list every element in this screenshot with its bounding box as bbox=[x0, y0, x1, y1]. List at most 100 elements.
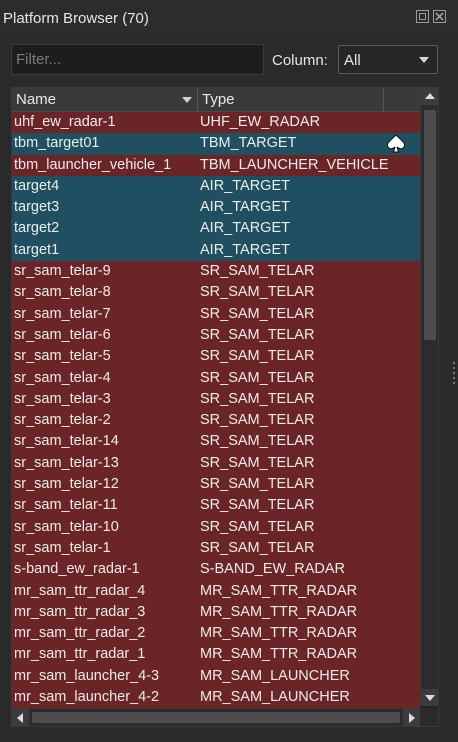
column-label: Column: bbox=[272, 52, 328, 69]
row-name-cell: sr_sam_telar-13 bbox=[14, 454, 119, 471]
row-name-cell: target3 bbox=[14, 199, 60, 216]
row-name-cell: s-band_ew_radar-1 bbox=[14, 561, 140, 578]
row-type-cell: AIR_TARGET bbox=[200, 177, 290, 194]
table-row[interactable]: target1 AIR_TARGET bbox=[12, 239, 420, 262]
row-type-cell: MR_SAM_TTR_RADAR bbox=[200, 646, 358, 663]
table-row[interactable]: tbm_launcher_vehicle_1 TBM_LAUNCHER_VEHIC… bbox=[12, 154, 420, 176]
row-name-cell: target1 bbox=[14, 241, 60, 258]
row-type-cell: SR_SAM_TELAR bbox=[200, 412, 315, 429]
row-type-cell: TBM_TARGET bbox=[200, 135, 297, 152]
row-type-cell: SR_SAM_TELAR bbox=[200, 433, 315, 450]
row-name-cell: sr_sam_telar-10 bbox=[14, 518, 119, 535]
table-row[interactable]: mr_sam_ttr_radar_2 MR_SAM_TTR_RADAR bbox=[12, 623, 420, 645]
table-row[interactable]: sr_sam_telar-14 SR_SAM_TELAR bbox=[12, 431, 420, 453]
scroll-left-icon[interactable] bbox=[12, 709, 29, 726]
column-select-value: All bbox=[344, 52, 361, 69]
table-row[interactable]: sr_sam_telar-11 SR_SAM_TELAR bbox=[12, 495, 420, 517]
table-row[interactable]: target2 AIR_TARGET bbox=[12, 218, 420, 240]
row-name-cell: sr_sam_telar-4 bbox=[14, 369, 111, 386]
chevron-down-icon bbox=[419, 57, 429, 63]
row-type-cell: SR_SAM_TELAR bbox=[200, 305, 315, 322]
vertical-scroll-thumb[interactable] bbox=[424, 110, 436, 340]
table-row[interactable]: sr_sam_telar-6 SR_SAM_TELAR bbox=[12, 324, 420, 347]
table-row[interactable]: sr_sam_telar-9 SR_SAM_TELAR bbox=[12, 261, 420, 283]
close-icon[interactable] bbox=[433, 10, 446, 23]
row-type-cell: MR_SAM_TTR_RADAR bbox=[200, 603, 358, 620]
column-select[interactable]: All bbox=[338, 45, 438, 74]
table-row[interactable]: uhf_ew_radar-1 UHF_EW_RADAR bbox=[12, 112, 420, 134]
row-type-cell: SR_SAM_TELAR bbox=[200, 497, 315, 514]
row-name-cell: sr_sam_telar-9 bbox=[14, 263, 111, 280]
column-header-name[interactable]: Name bbox=[12, 88, 198, 112]
table-header: Name Type bbox=[12, 88, 420, 112]
row-name-cell: tbm_launcher_vehicle_1 bbox=[14, 156, 172, 173]
table-row[interactable]: target4 AIR_TARGET bbox=[12, 175, 420, 198]
row-type-cell: SR_SAM_TELAR bbox=[200, 454, 315, 471]
row-type-cell: SR_SAM_TELAR bbox=[200, 284, 315, 301]
row-name-cell: mr_sam_ttr_radar_4 bbox=[14, 582, 146, 599]
table-row[interactable]: sr_sam_telar-1 SR_SAM_TELAR bbox=[12, 537, 420, 560]
row-name-cell: sr_sam_telar-3 bbox=[14, 390, 111, 407]
column-header-name-label: Name bbox=[16, 91, 57, 108]
table-row[interactable]: sr_sam_telar-2 SR_SAM_TELAR bbox=[12, 410, 420, 432]
row-type-cell: SR_SAM_TELAR bbox=[200, 539, 315, 556]
row-type-cell: SR_SAM_TELAR bbox=[200, 263, 315, 280]
window-title: Platform Browser (70) bbox=[3, 10, 149, 27]
scrollbar-corner bbox=[420, 708, 438, 726]
platform-table: Name Type uhf_ew_radar-1 UHF_EW_RADAR tbm_… bbox=[11, 87, 439, 727]
row-type-cell: MR_SAM_LAUNCHER bbox=[200, 689, 350, 706]
table-row[interactable]: sr_sam_telar-4 SR_SAM_TELAR bbox=[12, 367, 420, 389]
horizontal-scroll-thumb[interactable] bbox=[32, 712, 400, 723]
table-row[interactable]: sr_sam_telar-13 SR_SAM_TELAR bbox=[12, 452, 420, 475]
row-type-cell: SR_SAM_TELAR bbox=[200, 518, 315, 535]
table-row[interactable]: mr_sam_ttr_radar_1 MR_SAM_TTR_RADAR bbox=[12, 644, 420, 666]
row-type-cell: MR_SAM_TTR_RADAR bbox=[200, 625, 358, 642]
table-row[interactable]: target3 AIR_TARGET bbox=[12, 197, 420, 219]
table-row[interactable]: sr_sam_telar-12 SR_SAM_TELAR bbox=[12, 474, 420, 496]
row-type-cell: TBM_LAUNCHER_VEHICLE bbox=[200, 156, 389, 173]
row-name-cell: mr_sam_ttr_radar_1 bbox=[14, 646, 146, 663]
row-name-cell: target2 bbox=[14, 220, 60, 237]
table-row[interactable]: sr_sam_telar-10 SR_SAM_TELAR bbox=[12, 516, 420, 538]
table-row[interactable]: s-band_ew_radar-1 S-BAND_EW_RADAR bbox=[12, 559, 420, 581]
row-name-cell: mr_sam_ttr_radar_3 bbox=[14, 603, 146, 620]
row-type-cell: SR_SAM_TELAR bbox=[200, 326, 315, 343]
sort-descending-icon bbox=[182, 97, 192, 103]
row-type-cell: AIR_TARGET bbox=[200, 199, 290, 216]
vertical-scrollbar[interactable] bbox=[420, 88, 438, 706]
column-header-extra[interactable] bbox=[384, 88, 420, 112]
resize-grip-icon[interactable] bbox=[453, 362, 456, 392]
spade-icon bbox=[384, 134, 408, 153]
row-type-cell: MR_SAM_LAUNCHER bbox=[200, 667, 350, 684]
row-name-cell: sr_sam_telar-2 bbox=[14, 412, 111, 429]
table-row[interactable]: sr_sam_telar-5 SR_SAM_TELAR bbox=[12, 346, 420, 368]
table-row[interactable]: mr_sam_launcher_4-3 MR_SAM_LAUNCHER bbox=[12, 665, 420, 688]
table-row[interactable]: sr_sam_telar-8 SR_SAM_TELAR bbox=[12, 282, 420, 304]
table-row[interactable]: tbm_target01 TBM_TARGET bbox=[12, 133, 420, 155]
row-type-cell: S-BAND_EW_RADAR bbox=[200, 561, 346, 578]
row-name-cell: tbm_target01 bbox=[14, 135, 100, 152]
table-row[interactable]: sr_sam_telar-7 SR_SAM_TELAR bbox=[12, 303, 420, 325]
row-name-cell: mr_sam_launcher_4-3 bbox=[14, 667, 160, 684]
row-name-cell: mr_sam_launcher_4-2 bbox=[14, 689, 160, 706]
scroll-up-icon[interactable] bbox=[421, 88, 438, 105]
row-type-cell: AIR_TARGET bbox=[200, 220, 290, 237]
row-name-cell: sr_sam_telar-11 bbox=[14, 497, 118, 514]
row-name-cell: mr_sam_ttr_radar_2 bbox=[14, 625, 146, 642]
row-type-cell: AIR_TARGET bbox=[200, 241, 290, 258]
column-header-type[interactable]: Type bbox=[198, 88, 384, 112]
horizontal-scrollbar[interactable] bbox=[12, 708, 420, 726]
scroll-down-icon[interactable] bbox=[421, 689, 438, 706]
table-row[interactable]: mr_sam_launcher_4-2 MR_SAM_LAUNCHER bbox=[12, 687, 420, 709]
table-row[interactable]: mr_sam_ttr_radar_4 MR_SAM_TTR_RADAR bbox=[12, 580, 420, 602]
row-name-cell: sr_sam_telar-1 bbox=[14, 539, 111, 556]
table-rows: uhf_ew_radar-1 UHF_EW_RADAR tbm_target01 TB… bbox=[12, 112, 420, 709]
table-row[interactable]: sr_sam_telar-3 SR_SAM_TELAR bbox=[12, 388, 420, 411]
filter-input[interactable] bbox=[11, 44, 264, 75]
row-name-cell: sr_sam_telar-5 bbox=[14, 348, 111, 365]
row-name-cell: target4 bbox=[14, 177, 60, 194]
float-window-icon[interactable] bbox=[416, 10, 429, 23]
table-row[interactable]: mr_sam_ttr_radar_3 MR_SAM_TTR_RADAR bbox=[12, 601, 420, 624]
scroll-right-icon[interactable] bbox=[403, 709, 420, 726]
row-type-cell: SR_SAM_TELAR bbox=[200, 369, 315, 386]
